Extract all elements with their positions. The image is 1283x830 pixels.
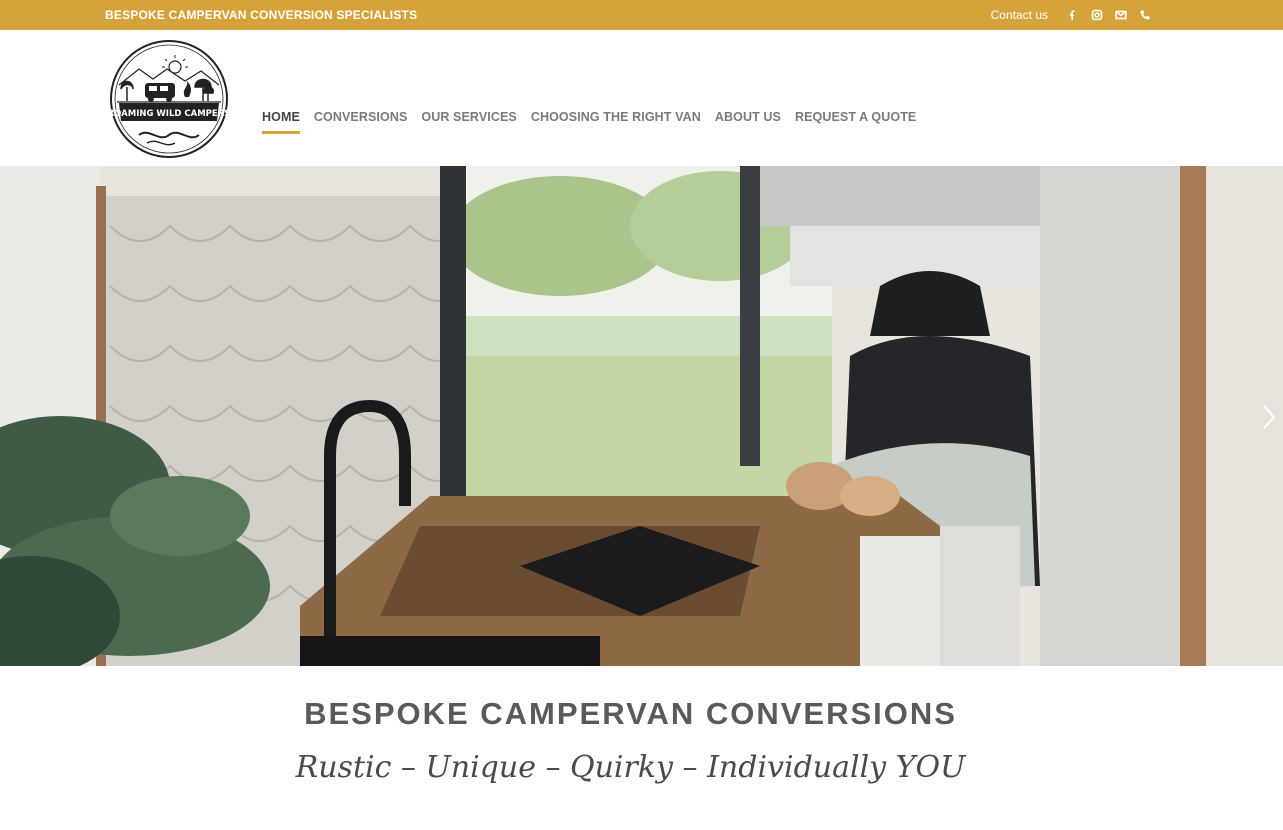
- chevron-right-icon[interactable]: [1259, 402, 1279, 432]
- main-nav: HOME CONVERSIONS OUR SERVICES CHOOSING T…: [262, 110, 916, 134]
- contact-link[interactable]: Contact us: [991, 8, 1048, 22]
- hero-slider: [0, 166, 1283, 666]
- nav-item-conversions[interactable]: CONVERSIONS: [314, 110, 407, 134]
- facebook-icon[interactable]: [1066, 8, 1080, 22]
- nav-item-choosing-the-right-van[interactable]: CHOOSING THE RIGHT VAN: [531, 110, 701, 134]
- site-logo[interactable]: ROAMING WILD CAMPERS: [108, 39, 230, 159]
- email-icon[interactable]: [1114, 8, 1128, 22]
- page-subline: Rustic – Unique – Quirky – Individually …: [295, 750, 966, 785]
- hero-image: [0, 166, 1283, 666]
- top-bar-links: Contact us: [991, 0, 1152, 30]
- top-bar: BESPOKE CAMPERVAN CONVERSION SPECIALISTS…: [0, 0, 1283, 30]
- tagline: BESPOKE CAMPERVAN CONVERSION SPECIALISTS: [105, 8, 418, 22]
- page-headline: BESPOKE CAMPERVAN CONVERSIONS: [304, 696, 957, 731]
- nav-item-home[interactable]: HOME: [262, 110, 300, 134]
- site-header: ROAMING WILD CAMPERS HOME CONVERSIONS OU…: [0, 30, 1283, 166]
- logo-text: ROAMING WILD CAMPERS: [109, 109, 229, 119]
- nav-item-our-services[interactable]: OUR SERVICES: [421, 110, 516, 134]
- nav-item-request-a-quote[interactable]: REQUEST A QUOTE: [795, 110, 916, 134]
- phone-icon[interactable]: [1138, 8, 1152, 22]
- instagram-icon[interactable]: [1090, 8, 1104, 22]
- nav-item-about-us[interactable]: ABOUT US: [715, 110, 781, 134]
